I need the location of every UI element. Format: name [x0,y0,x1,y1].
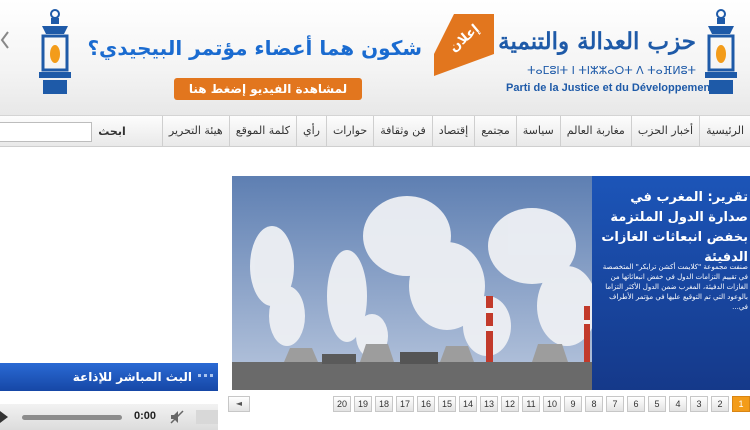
nav-item-moroccans-abroad[interactable]: مغاربة العالم [559,116,631,146]
pager-page-2[interactable]: 2 [711,396,729,412]
nav-item-politics[interactable]: سياسة [515,116,560,146]
nav-item-party-news[interactable]: أخبار الحزب [630,116,699,146]
pager-page-5[interactable]: 5 [648,396,666,412]
search-button[interactable]: ابحث [98,122,126,142]
chevron-left-icon[interactable] [0,30,10,50]
nav-item-opinion[interactable]: رأي [295,116,326,146]
progress-bar[interactable] [22,415,122,420]
nav-list: الرئيسية أخبار الحزب مغاربة العالم سياسة… [161,116,750,146]
power-plant-photo[interactable] [232,176,592,390]
nav-item-art-culture[interactable]: فن وثقافة [373,116,432,146]
pager-page-3[interactable]: 3 [690,396,708,412]
pager-page-10[interactable]: 10 [543,396,561,412]
pager-page-1[interactable]: 1 [732,396,750,412]
slider-pager: ◄ 1 2 3 4 5 6 7 8 9 10 11 12 13 14 15 16 17 18 19 20 [228,396,750,412]
volume-muted-icon[interactable] [170,410,184,424]
party-name-arabic: حزب العدالة والتنمية [498,28,696,55]
pager-page-18[interactable]: 18 [375,396,393,412]
pager-page-17[interactable]: 17 [396,396,414,412]
pager-page-20[interactable]: 20 [333,396,351,412]
pager-page-9[interactable]: 9 [564,396,582,412]
banner-headline[interactable]: شكون هما أعضاء مؤتمر البيجيدي؟ [87,36,422,60]
time-display: 0:00 [134,410,157,422]
pager-page-13[interactable]: 13 [480,396,498,412]
pager-page-15[interactable]: 15 [438,396,456,412]
pager-page-14[interactable]: 14 [459,396,477,412]
pager-page-11[interactable]: 11 [522,396,540,412]
nav-item-society[interactable]: مجتمع [474,116,516,146]
pager-page-16[interactable]: 16 [417,396,435,412]
main-navigation: الرئيسية أخبار الحزب مغاربة العالم سياسة… [0,115,750,147]
nav-item-home[interactable]: الرئيسية [699,116,750,146]
nav-item-economy[interactable]: إقتصاد [431,116,474,146]
pager-page-8[interactable]: 8 [585,396,603,412]
pager-page-7[interactable]: 7 [606,396,624,412]
slide-title[interactable]: تقرير: المغرب في صدارة الدول الملتزمة بخ… [594,188,748,268]
featured-slider[interactable]: تقرير: المغرب في صدارة الدول الملتزمة بخ… [232,176,750,390]
pager-page-6[interactable]: 6 [627,396,645,412]
lantern-illustration [39,9,71,94]
watch-video-button[interactable]: لمشاهدة الفيديو إضغط هنا [174,78,362,100]
live-radio-header: البث المباشر للإذاعة [0,363,218,391]
radio-player: 0:00 [0,404,218,430]
pager-page-19[interactable]: 19 [354,396,372,412]
nav-item-site-word[interactable]: كلمة الموقع [228,116,296,146]
party-name-french: Parti de la Justice et du Développement [506,82,714,94]
dots-icon [198,374,213,377]
nav-item-editorial-board[interactable]: هيئة التحرير [161,116,229,146]
volume-slider[interactable] [196,410,218,424]
pager-prev-button[interactable]: ◄ [228,396,250,412]
site-header: حزب العدالة والتنمية ⵜⴰⵎⵓⵏⵜ ⵏ ⵜⵏⵣⵣⴰⵔⵜ ⴷ … [0,0,750,115]
search-input[interactable] [0,122,92,142]
play-icon[interactable] [0,411,8,423]
slide-excerpt: صنفت مجموعة "كلايمت أكشن ترايكر" المتخصص… [602,263,748,311]
nav-item-interviews[interactable]: حوارات [325,116,373,146]
pager-page-4[interactable]: 4 [669,396,687,412]
party-name-amazigh: ⵜⴰⵎⵓⵏⵜ ⵏ ⵜⵏⵣⵣⴰⵔⵜ ⴷ ⵜⴰⴼⵍⵓⵜ [527,64,696,77]
pager-page-12[interactable]: 12 [501,396,519,412]
